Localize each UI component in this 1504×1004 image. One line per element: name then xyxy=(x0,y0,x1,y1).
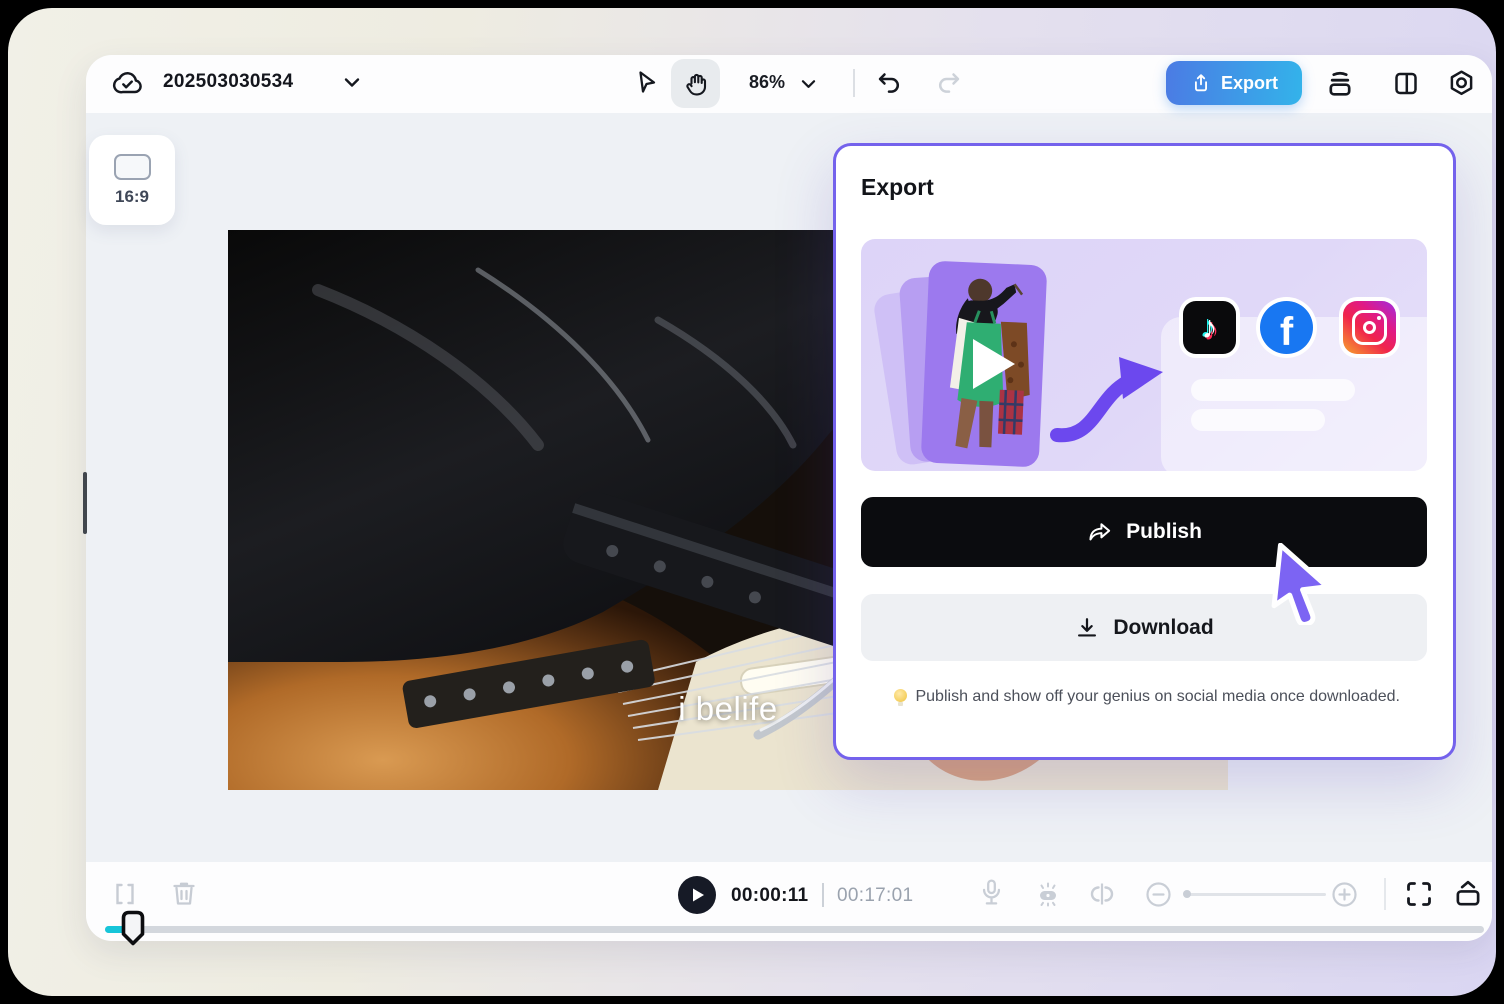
export-dialog-title: Export xyxy=(861,174,934,200)
download-icon xyxy=(1078,617,1097,637)
facebook-icon: f xyxy=(1260,301,1313,354)
publish-button[interactable]: Publish xyxy=(861,497,1427,567)
chevron-down-icon[interactable] xyxy=(800,78,817,91)
tiktok-icon: ♪ xyxy=(1183,301,1236,354)
toolbar-divider xyxy=(853,69,855,97)
placeholder-bar xyxy=(1191,379,1355,401)
chevron-down-icon[interactable] xyxy=(343,76,361,90)
aspect-ratio-badge[interactable]: 16:9 xyxy=(89,135,175,225)
select-tool-icon[interactable] xyxy=(631,68,659,96)
seek-bar-track[interactable] xyxy=(105,926,1484,933)
voice-effect-icon[interactable] xyxy=(1033,879,1063,909)
zoom-out-icon[interactable] xyxy=(1145,881,1172,908)
promo-video-cards xyxy=(874,261,1163,467)
play-button[interactable] xyxy=(678,876,716,914)
project-title[interactable]: 202503030534 xyxy=(163,71,293,93)
bottombar-divider xyxy=(1384,878,1386,910)
cloud-sync-icon xyxy=(112,72,142,94)
settings-icon[interactable] xyxy=(1446,68,1477,99)
trim-icon[interactable] xyxy=(111,880,139,908)
redo-icon[interactable] xyxy=(934,68,964,98)
pointer-cursor-icon xyxy=(1271,543,1330,625)
export-tip-text: Publish and show off your genius on soci… xyxy=(915,688,1400,705)
mic-icon[interactable] xyxy=(977,877,1006,908)
hand-tool-button[interactable] xyxy=(671,59,720,108)
panel-drag-handle[interactable] xyxy=(83,472,87,534)
play-icon xyxy=(692,888,704,902)
instagram-icon xyxy=(1343,301,1396,354)
placeholder-bar xyxy=(1191,409,1325,431)
current-time: 00:00:11 xyxy=(731,885,809,906)
export-button[interactable]: Export xyxy=(1166,61,1302,105)
trash-icon[interactable] xyxy=(170,879,198,908)
app-root: { "header": { "project_title": "20250303… xyxy=(0,0,1504,1004)
export-tip: Publish and show off your genius on soci… xyxy=(886,684,1408,710)
undo-icon[interactable] xyxy=(874,68,904,98)
aspect-ratio-icon xyxy=(113,153,151,180)
export-frame-icon[interactable] xyxy=(1452,877,1484,909)
time-divider xyxy=(822,883,824,907)
upload-icon xyxy=(1194,74,1207,92)
export-promo-banner: ♪ f xyxy=(861,239,1427,471)
split-clip-icon[interactable] xyxy=(1087,880,1117,908)
timeline-zoom-slider-handle[interactable] xyxy=(1183,890,1191,898)
export-button-label: Export xyxy=(1220,72,1278,93)
share-forward-icon xyxy=(1089,522,1111,540)
timeline-zoom-slider[interactable] xyxy=(1184,893,1326,896)
download-button[interactable]: Download xyxy=(861,594,1427,661)
fullscreen-icon[interactable] xyxy=(1404,879,1434,909)
tracks-icon[interactable] xyxy=(1325,68,1355,99)
zoom-level-value[interactable]: 86% xyxy=(749,72,785,93)
zoom-in-icon[interactable] xyxy=(1331,881,1358,908)
aspect-ratio-label: 16:9 xyxy=(114,186,150,206)
total-duration: 00:17:01 xyxy=(837,885,914,906)
hand-tool-icon xyxy=(685,73,706,95)
playhead-handle[interactable] xyxy=(119,909,147,946)
lightbulb-icon xyxy=(894,689,908,706)
export-dialog: Export ♪ f Publish Download Publish and … xyxy=(833,143,1456,760)
download-button-label: Download xyxy=(1113,615,1214,639)
publish-button-label: Publish xyxy=(1126,520,1202,543)
split-view-icon[interactable] xyxy=(1392,70,1420,97)
